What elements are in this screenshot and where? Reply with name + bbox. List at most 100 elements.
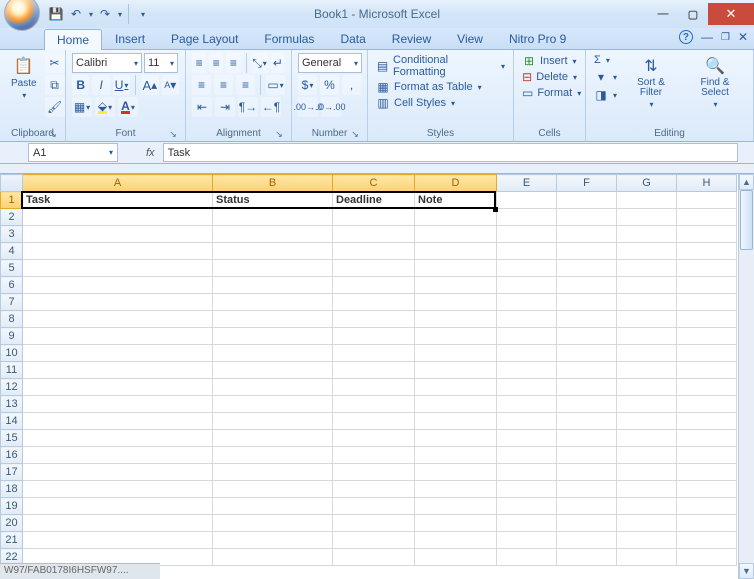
cell-B9[interactable] xyxy=(213,328,333,345)
row-header-2[interactable]: 2 xyxy=(1,209,23,226)
cell-A3[interactable] xyxy=(23,226,213,243)
cell-styles-button[interactable]: ▥Cell Styles▾ xyxy=(374,95,507,111)
help-icon[interactable]: ? xyxy=(679,30,693,44)
font-name-combo[interactable]: Calibri▾ xyxy=(72,53,142,73)
cell-D10[interactable] xyxy=(415,345,497,362)
cell-B3[interactable] xyxy=(213,226,333,243)
cell-B8[interactable] xyxy=(213,311,333,328)
cell-A21[interactable] xyxy=(23,532,213,549)
cell-F16[interactable] xyxy=(557,447,617,464)
cell-G5[interactable] xyxy=(617,260,677,277)
cell-D6[interactable] xyxy=(415,277,497,294)
align-right-button[interactable]: ≡ xyxy=(236,75,255,95)
row-header-15[interactable]: 15 xyxy=(1,430,23,447)
tab-review[interactable]: Review xyxy=(379,28,444,49)
tab-home[interactable]: Home xyxy=(44,29,102,50)
cell-H16[interactable] xyxy=(677,447,737,464)
fx-icon[interactable]: fx xyxy=(146,147,155,159)
align-top-button[interactable]: ≡ xyxy=(192,53,206,73)
cell-G13[interactable] xyxy=(617,396,677,413)
cell-E16[interactable] xyxy=(497,447,557,464)
cell-A12[interactable] xyxy=(23,379,213,396)
cell-H9[interactable] xyxy=(677,328,737,345)
cell-H6[interactable] xyxy=(677,277,737,294)
fill-button[interactable]: ▾▾ xyxy=(592,69,619,85)
cell-F6[interactable] xyxy=(557,277,617,294)
format-as-table-button[interactable]: ▦Format as Table▾ xyxy=(374,79,507,95)
cell-B5[interactable] xyxy=(213,260,333,277)
delete-cells-button[interactable]: ⊟Delete▾ xyxy=(520,69,579,85)
cell-D9[interactable] xyxy=(415,328,497,345)
row-header-9[interactable]: 9 xyxy=(1,328,23,345)
row-header-4[interactable]: 4 xyxy=(1,243,23,260)
cell-D7[interactable] xyxy=(415,294,497,311)
scroll-up-icon[interactable]: ▲ xyxy=(739,174,754,190)
vertical-scrollbar[interactable]: ▲ ▼ xyxy=(738,174,754,579)
cell-C18[interactable] xyxy=(333,481,415,498)
cell-D12[interactable] xyxy=(415,379,497,396)
format-cells-button[interactable]: ▭Format▾ xyxy=(520,85,579,101)
cell-E22[interactable] xyxy=(497,549,557,566)
cell-C11[interactable] xyxy=(333,362,415,379)
cell-C21[interactable] xyxy=(333,532,415,549)
cell-B22[interactable] xyxy=(213,549,333,566)
cell-C10[interactable] xyxy=(333,345,415,362)
name-box[interactable]: A1▾ xyxy=(28,143,118,162)
cell-F2[interactable] xyxy=(557,209,617,226)
cell-A13[interactable] xyxy=(23,396,213,413)
cell-A16[interactable] xyxy=(23,447,213,464)
row-header-12[interactable]: 12 xyxy=(1,379,23,396)
cell-H5[interactable] xyxy=(677,260,737,277)
cell-F8[interactable] xyxy=(557,311,617,328)
scroll-down-icon[interactable]: ▼ xyxy=(739,563,754,579)
number-launcher-icon[interactable]: ↘ xyxy=(349,128,361,140)
cell-F17[interactable] xyxy=(557,464,617,481)
tab-formulas[interactable]: Formulas xyxy=(251,28,327,49)
cell-H2[interactable] xyxy=(677,209,737,226)
cell-D13[interactable] xyxy=(415,396,497,413)
row-header-10[interactable]: 10 xyxy=(1,345,23,362)
align-center-button[interactable]: ≡ xyxy=(214,75,233,95)
orientation-button[interactable]: ⤡▾ xyxy=(251,53,268,73)
row-header-6[interactable]: 6 xyxy=(1,277,23,294)
cell-C4[interactable] xyxy=(333,243,415,260)
col-header-D[interactable]: D xyxy=(415,175,497,192)
clear-button[interactable]: ◨▾ xyxy=(592,87,619,103)
cell-G15[interactable] xyxy=(617,430,677,447)
border-button[interactable]: ▦▾ xyxy=(72,97,92,117)
format-painter-button[interactable]: 🖌 xyxy=(45,97,65,117)
cell-C22[interactable] xyxy=(333,549,415,566)
qat-customize-icon[interactable]: ▾ xyxy=(141,10,145,19)
row-header-19[interactable]: 19 xyxy=(1,498,23,515)
cell-D22[interactable] xyxy=(415,549,497,566)
find-select-button[interactable]: 🔍 Find & Select▾ xyxy=(683,53,747,112)
cell-G10[interactable] xyxy=(617,345,677,362)
cell-F14[interactable] xyxy=(557,413,617,430)
tab-insert[interactable]: Insert xyxy=(102,28,158,49)
cell-B16[interactable] xyxy=(213,447,333,464)
cell-E5[interactable] xyxy=(497,260,557,277)
align-middle-button[interactable]: ≡ xyxy=(209,53,223,73)
col-header-A[interactable]: A xyxy=(23,175,213,192)
cell-E17[interactable] xyxy=(497,464,557,481)
close-button[interactable]: ✕ xyxy=(708,3,754,25)
cell-E1[interactable] xyxy=(497,192,557,209)
cell-F21[interactable] xyxy=(557,532,617,549)
cell-C16[interactable] xyxy=(333,447,415,464)
cell-C5[interactable] xyxy=(333,260,415,277)
cell-E7[interactable] xyxy=(497,294,557,311)
cell-C1[interactable]: Deadline xyxy=(333,192,415,209)
cell-A4[interactable] xyxy=(23,243,213,260)
redo-icon[interactable]: ↷ xyxy=(97,6,113,22)
cell-G21[interactable] xyxy=(617,532,677,549)
ribbon-minimize-icon[interactable]: — xyxy=(701,30,713,44)
cell-A18[interactable] xyxy=(23,481,213,498)
cell-G3[interactable] xyxy=(617,226,677,243)
clipboard-launcher-icon[interactable]: ↘ xyxy=(47,128,59,140)
cell-G6[interactable] xyxy=(617,277,677,294)
cell-B18[interactable] xyxy=(213,481,333,498)
cell-A17[interactable] xyxy=(23,464,213,481)
comma-button[interactable]: , xyxy=(342,75,361,95)
fill-color-button[interactable]: ⬙▾ xyxy=(95,97,115,117)
cell-B6[interactable] xyxy=(213,277,333,294)
